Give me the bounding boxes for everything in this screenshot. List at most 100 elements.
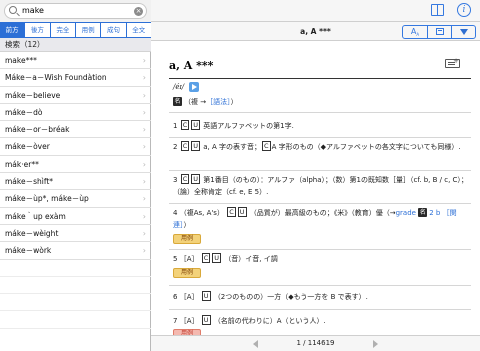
example-button[interactable]: 用例 [173,234,201,244]
divider [169,112,471,113]
sense-text: （2つのものの）一方（◆もう一方を B で表す）. [213,293,368,301]
list-item[interactable]: máke－dò › [0,104,151,122]
example-button[interactable]: 用例 [173,268,201,278]
chevron-right-icon: › [142,90,146,100]
results-header: 検索（12） [0,38,151,52]
grammar-link[interactable]: ［語法］ [206,98,231,106]
pronunciation: /éɪ/ [173,83,185,91]
add-note-icon[interactable] [445,57,460,68]
grammar-box: C [201,253,211,263]
list-item[interactable]: máke－ùp*, máke－ùp › [0,190,151,208]
list-item-label: máke｀up exàm [5,211,66,221]
headword: a, A *** [169,59,214,72]
pager-bar: 1 / 114619 [151,335,480,351]
font-size-sub: A [416,32,420,38]
noun-badge: 名 [173,97,182,106]
sense-text: （品質が）最高級のもの；《米》（教育）優（→ [249,209,396,217]
sense-text: 第1番目（のもの）：アルファ（alpha）；（数）第1の既知数［量］（cf. b… [173,176,468,196]
list-item-label: máke－òver [5,142,50,152]
grammar-box: U [191,120,201,130]
search-input[interactable]: make × [4,3,147,19]
search-pane: make × 前方 後方 完全 用例 成句 全文 検索（12） make*** ›… [0,0,151,351]
grade-link[interactable]: grade [396,209,416,217]
divider [169,309,471,310]
chevron-right-icon: › [142,73,146,83]
page-counter: 1 / 114619 [296,339,335,347]
grammar-box: U [237,207,247,217]
sense-number: 4 [173,209,178,217]
search-query[interactable]: make [22,5,44,17]
list-item[interactable]: máke｀up exàm › [0,208,151,225]
grammar-box: C [227,207,236,217]
list-item[interactable]: mák·er** › [0,156,151,174]
jump-button[interactable] [451,26,475,38]
list-item-label: máke－wòrk [5,246,52,256]
grammar-box: C [262,141,271,151]
clear-search-icon[interactable]: × [134,7,143,16]
sense-6: 6 ［A］ U （2つのものの）一方（◆もう一方を B で表す）. [173,291,469,303]
play-audio-icon[interactable] [189,82,199,92]
sense-text: A 字形のもの（◆アルファベットの各文字についても同様）. [271,143,461,151]
grammar-box: U [191,174,201,184]
notebook-icon [436,28,444,35]
tab-fulltext[interactable]: 全文 [125,23,151,37]
empty-row [0,260,151,277]
divider [169,249,471,250]
list-item[interactable]: make*** › [0,52,151,70]
list-item-label: máke－dò [5,107,43,117]
triangle-down-icon [460,29,468,35]
list-item-label: máke－shìft* [5,177,54,187]
sense-lead: ［A］ [179,255,199,263]
list-item-label: Máke－a－Wish Foundàtion [5,73,107,83]
font-size-button[interactable]: AA [403,26,427,38]
chevron-right-icon: › [142,177,146,187]
divider [169,285,471,286]
sense-2: 2 CU a, A 字の表す音； C A 字形のもの（◆アルファベットの各文字につい… [173,141,469,153]
chevron-right-icon: › [142,159,146,169]
list-item[interactable]: máke－wèight › [0,225,151,243]
list-item[interactable]: máke－or－bréak › [0,121,151,139]
list-item[interactable]: Máke－a－Wish Foundàtion › [0,69,151,87]
entry-toolbar: AA [402,25,476,39]
sense-end: ） [183,221,191,229]
sense-3: 3 CU 第1番目（のもの）：アルファ（alpha）；（数）第1の既知数［量］（… [173,174,469,198]
entry-header-bar: a, A *** AA [151,22,480,41]
plural-line: 名（複 →［語法］） [173,96,238,108]
list-item[interactable]: máke－òver › [0,138,151,156]
sense-text: （名前の代わりに）A（という人）. [213,317,326,325]
sense-text: a, A 字の表す音； [203,143,262,151]
sense-text: （音）イ音, イ調 [224,255,278,263]
entry-pane: i a, A *** AA a, A *** /éɪ/ 名（複 →［語法］） 1… [151,0,480,351]
info-icon[interactable]: i [457,3,471,17]
chevron-right-icon: › [142,194,146,204]
tab-exact[interactable]: 完全 [49,23,75,37]
notebook-button[interactable] [427,26,451,38]
sense-number: 3 [173,176,178,184]
divider [169,203,471,204]
list-item[interactable]: máke－wòrk › [0,242,151,260]
chevron-right-icon: › [142,107,146,117]
chevron-right-icon: › [142,246,146,256]
next-page-icon[interactable] [373,340,378,348]
list-item[interactable]: máke－believe › [0,87,151,104]
tab-suffix[interactable]: 後方 [24,23,50,37]
tab-prefix[interactable]: 前方 [0,23,25,37]
entry-content: a, A *** /éɪ/ 名（複 →［語法］） 1 CU 英語アルファベットの… [151,41,480,335]
grammar-box: C [180,120,190,130]
chevron-right-icon: › [142,142,146,152]
sense-number: 1 [173,122,178,130]
sense-5: 5 ［A］ CU （音）イ音, イ調 [173,253,469,265]
search-bar: make × [0,0,151,22]
empty-row [0,294,151,312]
search-mode-tabs: 前方 後方 完全 用例 成句 全文 [0,22,151,38]
grammar-box: C [180,141,190,151]
tab-idioms[interactable]: 成句 [100,23,126,37]
chevron-right-icon: › [142,211,146,221]
sense-7: 7 ［A］ U （名前の代わりに）A（という人）. [173,315,469,327]
list-item-label: make*** [5,56,37,65]
results-list: make*** › Máke－a－Wish Foundàtion › máke－be… [0,52,151,329]
chevron-right-icon: › [142,228,146,238]
book-icon[interactable] [431,4,444,16]
list-item[interactable]: máke－shìft* › [0,173,151,191]
tab-examples[interactable]: 用例 [74,23,101,37]
